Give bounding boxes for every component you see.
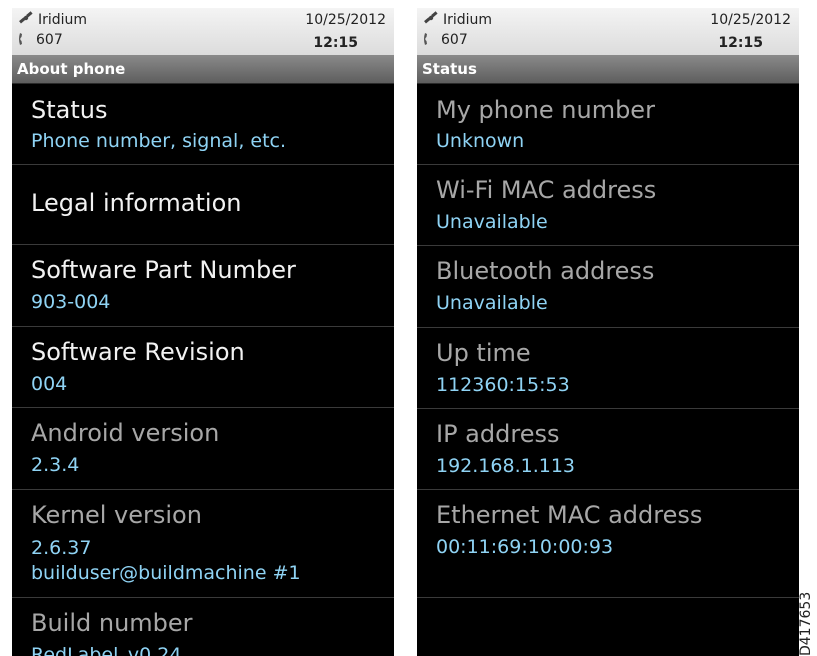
item-summary: 004 [31, 373, 68, 395]
item-title: Up time [436, 339, 531, 367]
list-item-ip-address: IP address 192.168.1.113 [417, 409, 799, 490]
item-title: Status [31, 96, 108, 124]
item-title: Wi-Fi MAC address [436, 176, 657, 204]
status-bar: Iridium 607 10/25/2012 12:15 [12, 8, 394, 55]
page-title: Status [417, 55, 799, 84]
item-summary: 00:11:69:10:00:93 [436, 536, 614, 558]
figure-id-label: D417653 [798, 591, 814, 656]
line-number: 607 [36, 32, 63, 48]
status-list: My phone number Unknown Wi-Fi MAC addres… [417, 84, 799, 598]
carrier-name: Iridium [38, 12, 88, 28]
list-item-software-part-number[interactable]: Software Part Number 903-004 [12, 245, 394, 327]
list-item-up-time: Up time 112360:15:53 [417, 328, 799, 409]
about-phone-screen: Iridium 607 10/25/2012 12:15 About phone… [12, 8, 394, 656]
satellite-icon [19, 11, 33, 24]
item-summary: Phone number, signal, etc. [31, 130, 287, 152]
list-item-my-phone-number: My phone number Unknown [417, 84, 799, 165]
item-title: My phone number [436, 96, 655, 124]
list-item-legal-information[interactable]: Legal information [12, 165, 394, 245]
status-date: 10/25/2012 [710, 12, 791, 28]
status-time: 12:15 [718, 35, 763, 51]
item-summary: RedLabel_v0.24 [31, 644, 182, 656]
item-title: Kernel version [31, 501, 202, 529]
item-title: Android version [31, 419, 220, 447]
item-summary: Unavailable [436, 292, 548, 314]
item-summary: 112360:15:53 [436, 374, 570, 396]
list-item-ethernet-mac-address: Ethernet MAC address 00:11:69:10:00:93 [417, 490, 799, 598]
item-summary: 903-004 [31, 291, 111, 313]
list-item-bluetooth-address: Bluetooth address Unavailable [417, 246, 799, 328]
item-summary-line2: builduser@buildmachine #1 [31, 562, 301, 584]
item-summary: Unavailable [436, 211, 548, 233]
item-title: Legal information [31, 189, 242, 217]
phone-handset-icon [19, 33, 22, 45]
item-title: Build number [31, 609, 193, 637]
page-title: About phone [12, 55, 394, 84]
item-title: Bluetooth address [436, 257, 655, 285]
list-item-kernel-version: Kernel version 2.6.37 builduser@buildmac… [12, 490, 394, 598]
status-date: 10/25/2012 [305, 12, 386, 28]
list-item-status[interactable]: Status Phone number, signal, etc. [12, 84, 394, 165]
status-bar: Iridium 607 10/25/2012 12:15 [417, 8, 799, 55]
item-title: Software Revision [31, 338, 245, 366]
status-time: 12:15 [313, 35, 358, 51]
phone-handset-icon [424, 33, 427, 45]
line-number: 607 [441, 32, 468, 48]
list-item-wifi-mac-address: Wi-Fi MAC address Unavailable [417, 165, 799, 246]
satellite-icon [424, 11, 438, 24]
call-indicator: 607 [423, 32, 468, 48]
carrier-name: Iridium [443, 12, 493, 28]
item-title: IP address [436, 420, 560, 448]
status-screen: Iridium 607 10/25/2012 12:15 Status My p… [417, 8, 799, 656]
list-item-android-version: Android version 2.3.4 [12, 408, 394, 490]
item-summary: 2.6.37 [31, 537, 92, 559]
carrier-indicator: Iridium [18, 11, 87, 28]
carrier-indicator: Iridium [423, 11, 492, 28]
list-item-build-number: Build number RedLabel_v0.24 [12, 598, 394, 656]
list-item-software-revision[interactable]: Software Revision 004 [12, 327, 394, 408]
call-indicator: 607 [18, 32, 63, 48]
item-title: Software Part Number [31, 256, 296, 284]
item-summary: 2.3.4 [31, 454, 80, 476]
settings-list: Status Phone number, signal, etc. Legal … [12, 84, 394, 656]
item-summary: 192.168.1.113 [436, 455, 576, 477]
item-summary: Unknown [436, 130, 525, 152]
item-title: Ethernet MAC address [436, 501, 703, 529]
